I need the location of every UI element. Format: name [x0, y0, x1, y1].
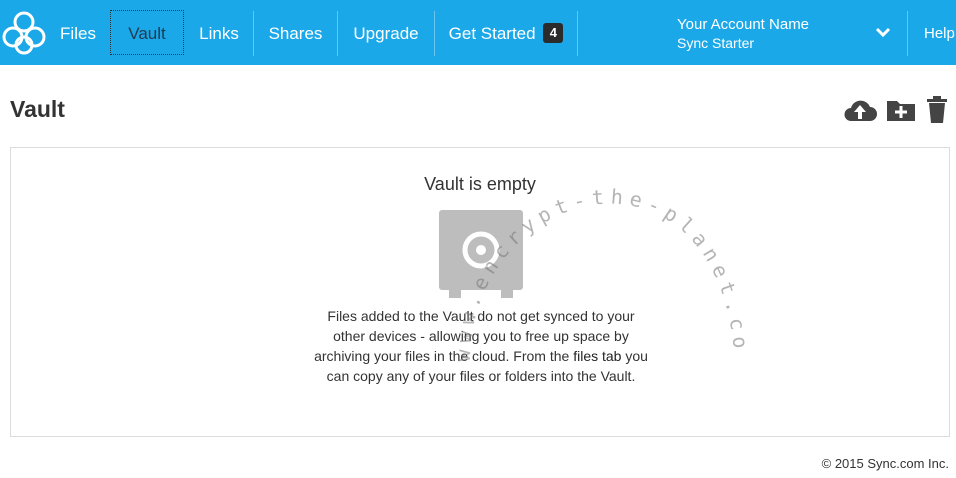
nav-shares[interactable]: Shares	[254, 0, 337, 65]
nav-upgrade[interactable]: Upgrade	[338, 0, 434, 65]
focus-outline	[110, 10, 184, 55]
nav-links[interactable]: Links	[186, 0, 252, 65]
nav-divider	[577, 11, 578, 56]
sync-logo-icon[interactable]	[0, 9, 48, 57]
nav-shares-label: Shares	[268, 24, 323, 43]
vault-safe-icon	[439, 210, 523, 298]
account-name: Your Account Name	[677, 16, 810, 33]
nav-vault[interactable]: Vault	[108, 0, 186, 65]
nav-get-started[interactable]: Get Started 4	[435, 0, 577, 65]
folder-plus-icon[interactable]	[886, 96, 916, 124]
chevron-down-icon[interactable]	[874, 24, 892, 42]
cloud-upload-icon[interactable]	[842, 96, 878, 124]
nav-files[interactable]: Files	[48, 0, 108, 65]
account-menu[interactable]: Your Account Name Sync Starter	[677, 15, 809, 52]
vault-content-panel: Vault is empty Files added to the Vault …	[10, 147, 950, 437]
copyright-footer: © 2015 Sync.com Inc.	[821, 456, 949, 471]
account-plan: Sync Starter	[677, 35, 755, 51]
empty-state-description: Files added to the Vault do not get sync…	[311, 306, 651, 386]
nav-files-label: Files	[60, 24, 96, 43]
top-navigation-bar: Files Vault Links Shares Upgrade Get Sta…	[0, 0, 956, 65]
help-link[interactable]: Help	[924, 0, 955, 65]
nav-divider	[907, 11, 908, 56]
nav-links-label: Links	[199, 24, 239, 43]
nav-upgrade-label: Upgrade	[353, 24, 419, 43]
get-started-count-badge: 4	[543, 23, 564, 43]
files-tab-link[interactable]: files tab	[573, 348, 621, 364]
page-title: Vault	[10, 96, 65, 122]
trash-icon[interactable]	[926, 96, 948, 124]
empty-state-title: Vault is empty	[424, 174, 536, 194]
nav-get-started-label: Get Started	[448, 24, 536, 43]
